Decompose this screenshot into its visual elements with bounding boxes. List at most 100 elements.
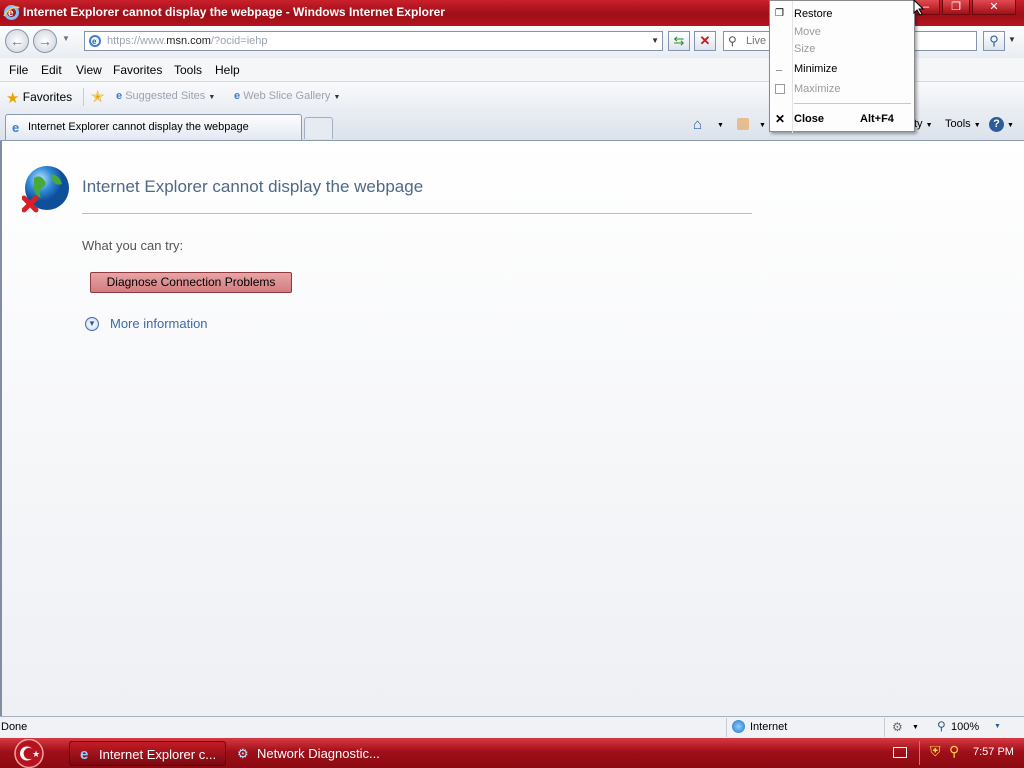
favorites-button[interactable]: ★ Favorites <box>6 89 72 107</box>
tools-dropdown-icon: ▼ <box>973 122 981 129</box>
menu-item-size: Size <box>770 41 914 59</box>
url-text[interactable]: https://www.msn.com/?ocid=iehp <box>107 35 268 47</box>
maximize-icon <box>775 84 785 94</box>
menu-item-restore[interactable]: ❐ Restore <box>770 5 914 23</box>
page-content <box>0 141 1024 716</box>
suggested-sites-ie-icon: e <box>116 90 123 102</box>
suggested-sites-link[interactable]: e Suggested Sites ▼ <box>116 90 215 102</box>
zoom-dropdown-icon[interactable]: ▼ <box>994 723 1001 730</box>
menu-edit[interactable]: Edit <box>41 63 62 77</box>
menu-item-maximize: Maximize <box>770 81 914 99</box>
status-bar: Done Internet ⚙ ▼ ⚲ 100% ▼ <box>0 716 1024 739</box>
tray-separator <box>919 741 920 765</box>
taskbar-item-ie[interactable]: e Internet Explorer c... <box>69 741 226 766</box>
home-dropdown-icon[interactable]: ▼ <box>717 122 724 129</box>
close-x-icon: ✕ <box>775 112 786 126</box>
menu-view[interactable]: View <box>76 63 102 77</box>
add-to-favorites-icon[interactable]: ✭ <box>91 87 104 107</box>
stop-icon: ✕ <box>699 33 711 48</box>
search-options-icon[interactable]: ▼ <box>1008 35 1016 44</box>
new-tab-button[interactable] <box>304 117 333 139</box>
expand-chevron-icon[interactable]: ▼ <box>85 317 99 331</box>
safety-label-partial: ty <box>914 118 923 130</box>
what-you-can-try-label: What you can try: <box>82 238 184 253</box>
web-slice-dropdown-icon: ▼ <box>333 94 341 101</box>
feeds-icon[interactable] <box>737 118 749 130</box>
stop-button[interactable]: ✕ <box>694 31 716 51</box>
safety-menu-partial[interactable]: ty ▼ <box>914 118 933 130</box>
start-button[interactable]: ★ <box>11 739 47 768</box>
zoom-level[interactable]: 100% <box>951 721 979 733</box>
favorites-label: Favorites <box>22 90 73 104</box>
status-separator <box>726 718 727 737</box>
network-status-icon[interactable]: ⚲ <box>949 743 959 760</box>
back-arrow-icon: ← <box>10 33 24 49</box>
tools-menu-button[interactable]: Tools ▼ <box>945 118 981 130</box>
menu-tools[interactable]: Tools <box>174 63 202 77</box>
menu-item-close[interactable]: ✕ Close Alt+F4 <box>770 110 914 128</box>
address-bar[interactable]: e https://www.msn.com/?ocid=iehp ▼ <box>84 31 663 51</box>
feeds-dropdown-icon[interactable]: ▼ <box>759 122 766 129</box>
recent-pages-dropdown-icon[interactable]: ▼ <box>62 34 70 43</box>
window-controls: ‒ ❐ ✕ <box>912 0 1016 15</box>
search-provider-icon: ⚲ <box>728 34 737 48</box>
protected-mode-icon[interactable]: ⚙ <box>892 720 903 734</box>
url-prefix: https://www. <box>107 35 167 47</box>
menu-separator <box>794 103 911 104</box>
status-text: Done <box>1 721 28 733</box>
menu-item-restore-label: Restore <box>794 8 833 20</box>
home-icon[interactable]: ⌂ <box>693 116 702 133</box>
clock[interactable]: 7:57 PM <box>973 746 1014 758</box>
restore-button[interactable]: ❐ <box>942 0 970 15</box>
zoom-icon: ⚲ <box>937 719 946 733</box>
svg-text:e: e <box>8 8 14 19</box>
start-crescent-star-icon: ★ <box>32 750 40 760</box>
menu-file[interactable]: File <box>9 63 28 77</box>
refresh-icon: ⇆ <box>673 33 685 48</box>
favorites-star-icon: ★ <box>6 90 20 107</box>
forward-arrow-icon: → <box>38 33 52 49</box>
menu-item-size-label: Size <box>794 43 816 55</box>
web-slice-gallery-link[interactable]: e Web Slice Gallery ▼ <box>234 90 340 102</box>
tab-active[interactable]: e Internet Explorer cannot display the w… <box>5 114 302 140</box>
address-dropdown-icon[interactable]: ▼ <box>651 36 659 45</box>
suggested-sites-dropdown-icon: ▼ <box>208 94 216 101</box>
tab-ie-icon: e <box>12 120 20 135</box>
web-slice-ie-icon: e <box>234 90 241 102</box>
url-domain: msn.com <box>166 35 211 47</box>
safety-dropdown-icon: ▼ <box>925 122 933 129</box>
status-separator-2 <box>884 718 885 737</box>
suggested-sites-label: Suggested Sites <box>125 90 206 102</box>
menu-item-minimize[interactable]: _ Minimize <box>770 60 914 78</box>
restore-icon: ❐ <box>775 8 784 19</box>
search-button[interactable]: ⚲ <box>983 31 1005 51</box>
more-information-link[interactable]: More information <box>110 316 208 331</box>
back-button[interactable]: ← <box>5 29 29 53</box>
menu-item-move-label: Move <box>794 26 821 38</box>
ie-logo-icon: e <box>3 5 20 20</box>
help-icon[interactable]: ? <box>989 117 1004 132</box>
menu-item-close-label: Close <box>794 113 824 125</box>
menu-help[interactable]: Help <box>215 63 240 77</box>
taskbar-item-network-diagnostics[interactable]: ⚙ Network Diagnostic... <box>230 741 388 766</box>
network-diagnostics-icon: ⚙ <box>237 746 249 761</box>
mouse-cursor-icon <box>913 0 925 16</box>
minimize-icon: _ <box>776 60 783 72</box>
security-shield-icon[interactable]: ⛨ <box>930 743 941 760</box>
taskbar-ie-icon: e <box>80 746 89 763</box>
taskbar-item-network-label: Network Diagnostic... <box>257 746 380 761</box>
forward-button[interactable]: → <box>33 29 57 53</box>
globe-error-icon <box>22 166 69 213</box>
menu-favorites[interactable]: Favorites <box>113 63 162 77</box>
zone-label[interactable]: Internet <box>750 721 787 733</box>
taskbar-item-ie-label: Internet Explorer c... <box>99 747 217 762</box>
help-dropdown-icon[interactable]: ▼ <box>1007 122 1014 129</box>
svg-text:e: e <box>92 37 97 46</box>
keyboard-tray-icon[interactable] <box>893 747 907 758</box>
close-button[interactable]: ✕ <box>972 0 1016 15</box>
diagnose-connection-button[interactable]: Diagnose Connection Problems <box>90 272 292 293</box>
protected-mode-dropdown-icon[interactable]: ▼ <box>912 724 919 731</box>
window-system-menu: ❐ Restore Move Size _ Minimize Maximize … <box>769 0 915 133</box>
refresh-button[interactable]: ⇆ <box>668 31 690 51</box>
error-title: Internet Explorer cannot display the web… <box>82 177 424 196</box>
